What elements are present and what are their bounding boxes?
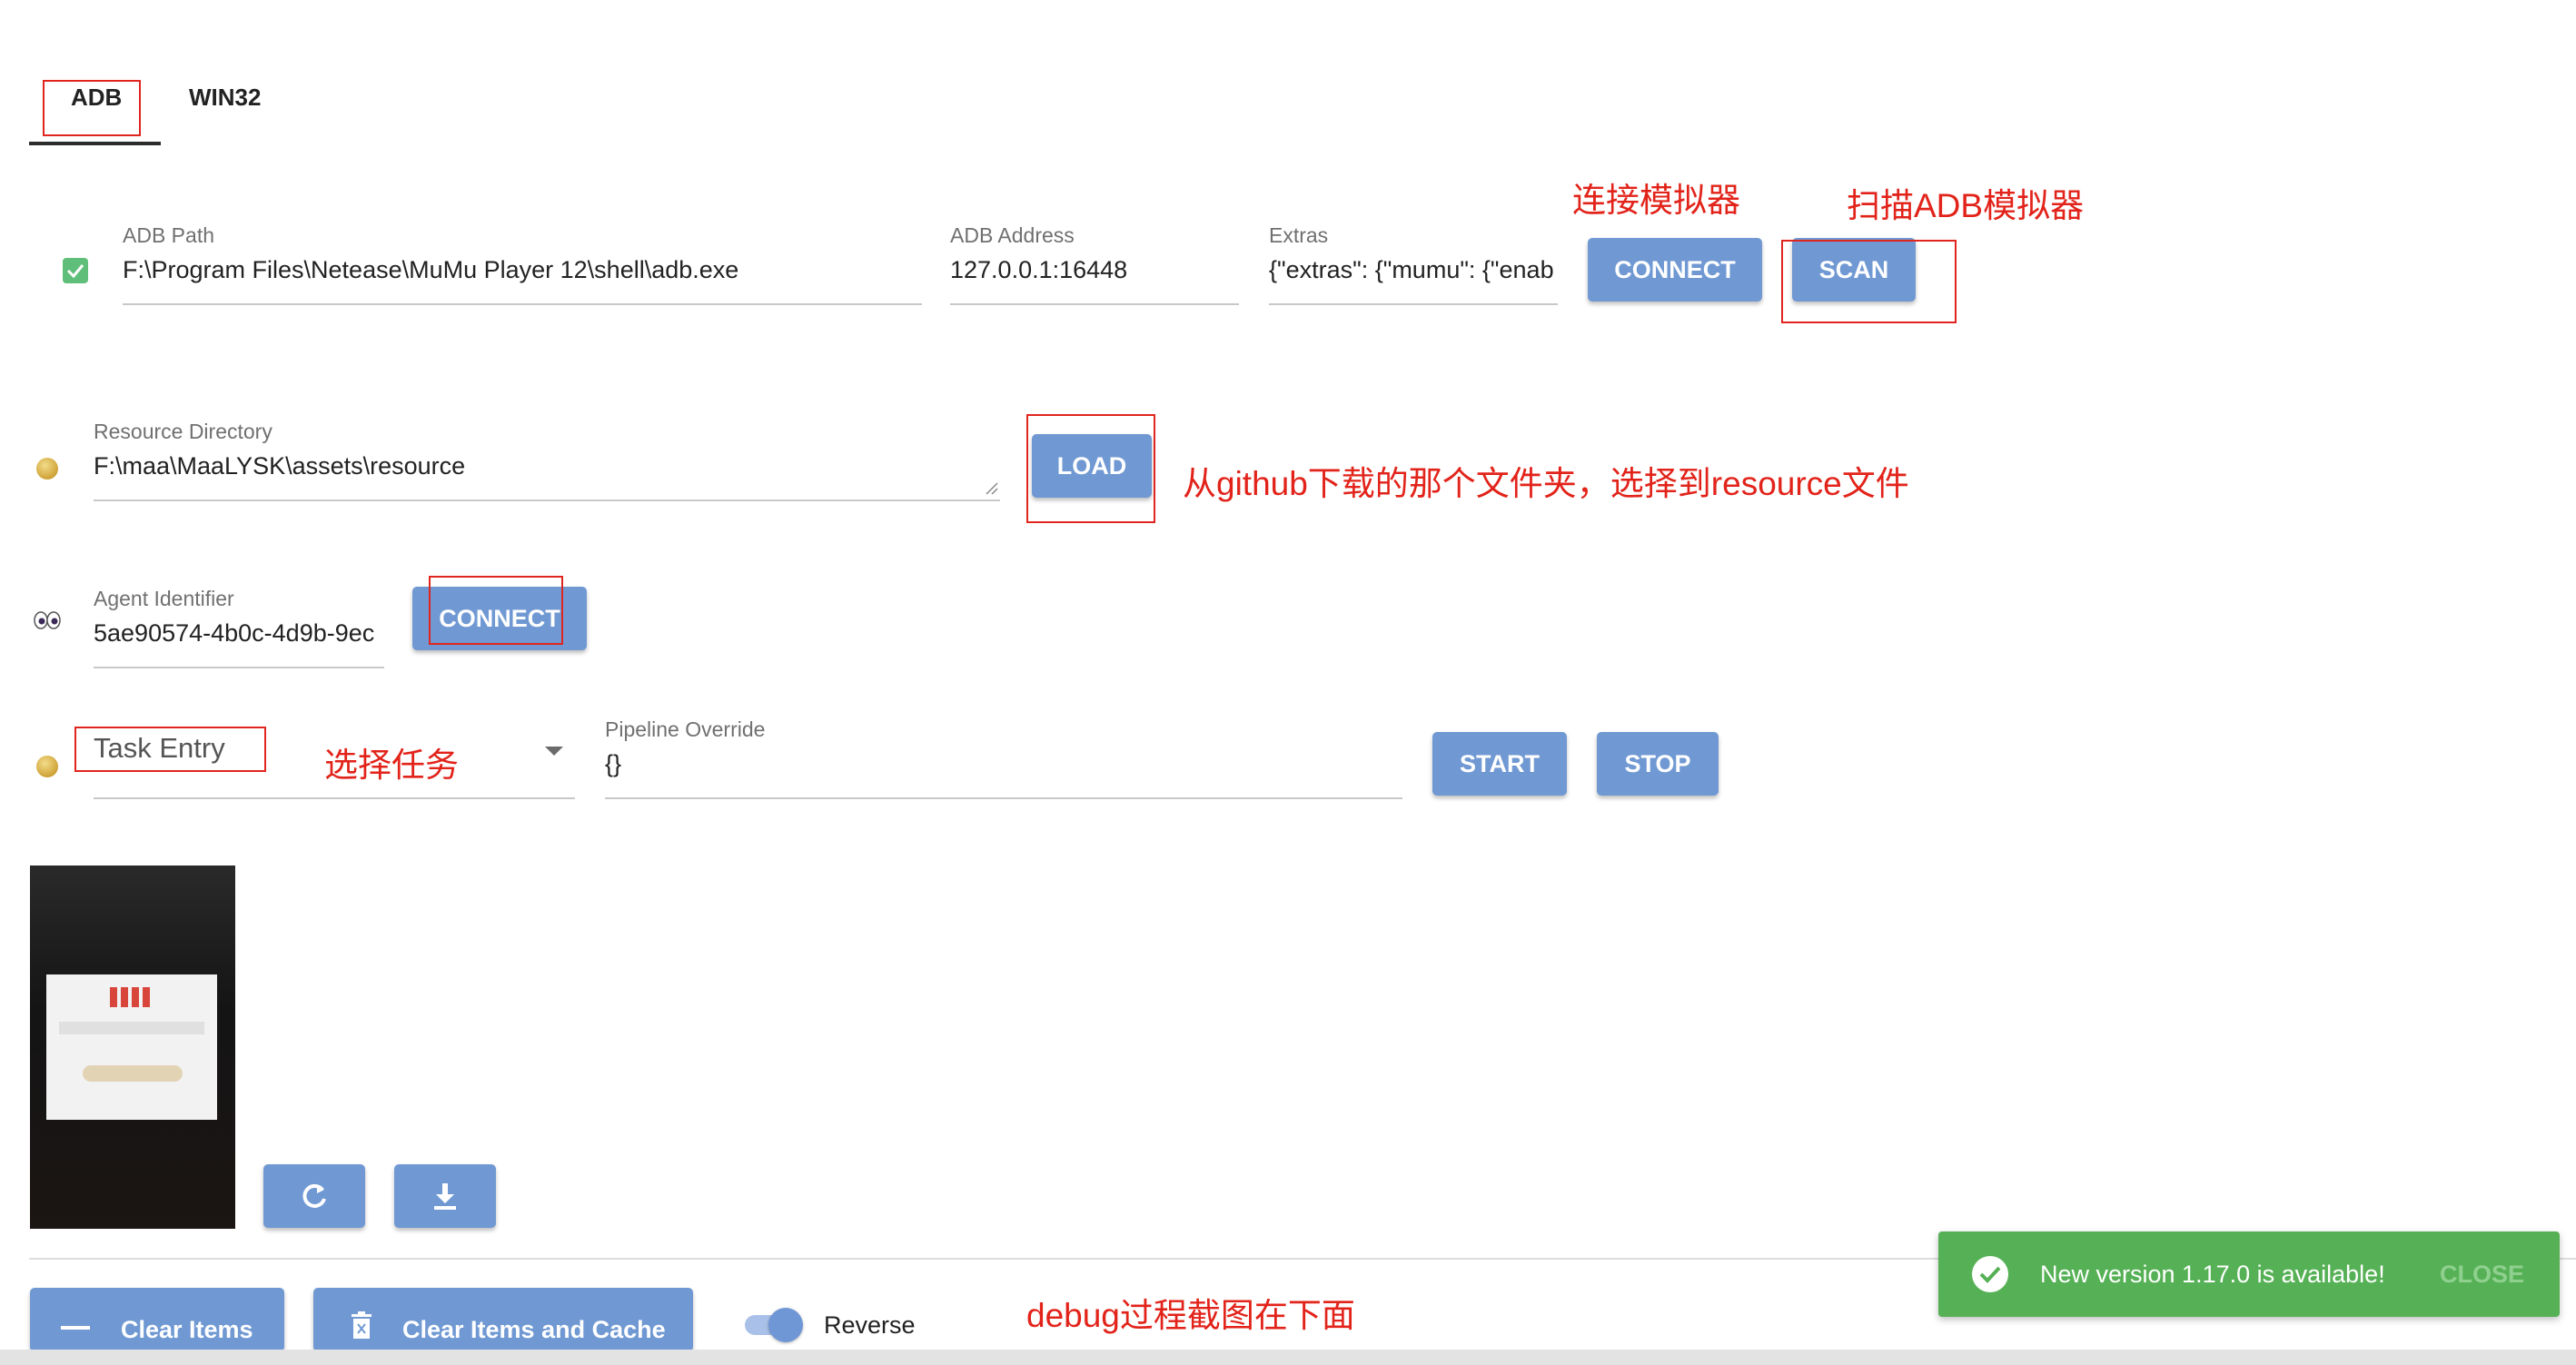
- adb-enabled-checkbox[interactable]: [63, 258, 88, 283]
- resource-directory-input[interactable]: F:\maa\MaaLYSK\assets\resource: [94, 452, 997, 480]
- adb-address-label: ADB Address: [950, 223, 1075, 247]
- pipeline-override-input[interactable]: {}: [605, 750, 1402, 778]
- clear-items-button[interactable]: Clear Items: [30, 1288, 284, 1351]
- toast-close-button[interactable]: CLOSE: [2440, 1261, 2524, 1289]
- minus-icon: [61, 1326, 90, 1330]
- clear-items-label: Clear Items: [121, 1315, 253, 1343]
- extras-underline: [1269, 303, 1558, 305]
- reverse-label: Reverse: [824, 1311, 916, 1339]
- adb-path-input[interactable]: F:\Program Files\Netease\MuMu Player 12\…: [123, 256, 922, 284]
- annotation-box-adb-tab: [43, 80, 141, 136]
- adb-connect-button[interactable]: CONNECT: [1588, 238, 1762, 302]
- annotation-box-load: [1026, 414, 1155, 523]
- chevron-down-icon: [545, 747, 563, 756]
- adb-path-label: ADB Path: [123, 223, 214, 247]
- trash-icon: [352, 1311, 372, 1339]
- agent-eyes-icon: [34, 610, 61, 630]
- adb-address-input[interactable]: 127.0.0.1:16448: [950, 256, 1239, 284]
- adb-address-underline: [950, 303, 1239, 305]
- thumbnail-account-row: [59, 1022, 204, 1034]
- thumbnail-logo: [110, 987, 152, 1007]
- annotation-resource-hint: 从github下载的那个文件夹，选择到resource文件: [1183, 465, 1909, 502]
- active-tab-indicator: [29, 142, 161, 145]
- clear-items-and-cache-button[interactable]: Clear Items and Cache: [313, 1288, 693, 1351]
- task-entry-underline: [94, 797, 575, 799]
- annotation-box-task-entry: [74, 727, 266, 772]
- annotation-box-scan: [1781, 240, 1957, 323]
- extras-input[interactable]: {"extras": {"mumu": {"enab: [1269, 256, 1558, 284]
- agent-identifier-input[interactable]: 5ae90574-4b0c-4d9b-9ec: [94, 619, 384, 648]
- resource-directory-label: Resource Directory: [94, 420, 272, 443]
- extras-label: Extras: [1269, 223, 1329, 247]
- resource-directory-underline: [94, 500, 1000, 501]
- os-taskbar: [0, 1350, 2576, 1365]
- annotation-scan-emulator: 扫描ADB模拟器: [1847, 187, 2085, 224]
- annotation-debug-hint: debug过程截图在下面: [1026, 1297, 1355, 1334]
- tab-win32[interactable]: WIN32: [189, 84, 261, 112]
- adb-path-underline: [123, 303, 922, 305]
- reverse-toggle-knob[interactable]: [768, 1308, 803, 1342]
- resource-status-icon: [36, 458, 58, 480]
- thumbnail-dialog: [46, 974, 217, 1120]
- update-toast: New version 1.17.0 is available! CLOSE: [1938, 1231, 2560, 1317]
- pipeline-override-underline: [605, 797, 1402, 799]
- clear-items-and-cache-label: Clear Items and Cache: [402, 1315, 666, 1343]
- annotation-box-agent-connect: [429, 576, 563, 645]
- resize-handle-icon[interactable]: [985, 481, 999, 496]
- success-check-icon: [1972, 1256, 2008, 1292]
- download-button[interactable]: [394, 1164, 496, 1228]
- download-icon: [434, 1183, 456, 1210]
- refresh-icon: [302, 1183, 326, 1208]
- start-button[interactable]: START: [1432, 732, 1567, 796]
- refresh-button[interactable]: [263, 1164, 365, 1228]
- check-icon: [66, 264, 84, 279]
- agent-identifier-label: Agent Identifier: [94, 587, 234, 610]
- annotation-select-task: 选择任务: [324, 747, 459, 784]
- annotation-connect-emulator: 连接模拟器: [1572, 182, 1740, 219]
- thumbnail-login-button: [83, 1065, 183, 1082]
- agent-identifier-underline: [94, 667, 384, 668]
- task-status-icon: [36, 756, 58, 777]
- debug-screenshot-thumbnail[interactable]: [30, 865, 235, 1229]
- pipeline-override-label: Pipeline Override: [605, 717, 766, 741]
- toast-message: New version 1.17.0 is available!: [2040, 1261, 2385, 1288]
- stop-button[interactable]: STOP: [1597, 732, 1719, 796]
